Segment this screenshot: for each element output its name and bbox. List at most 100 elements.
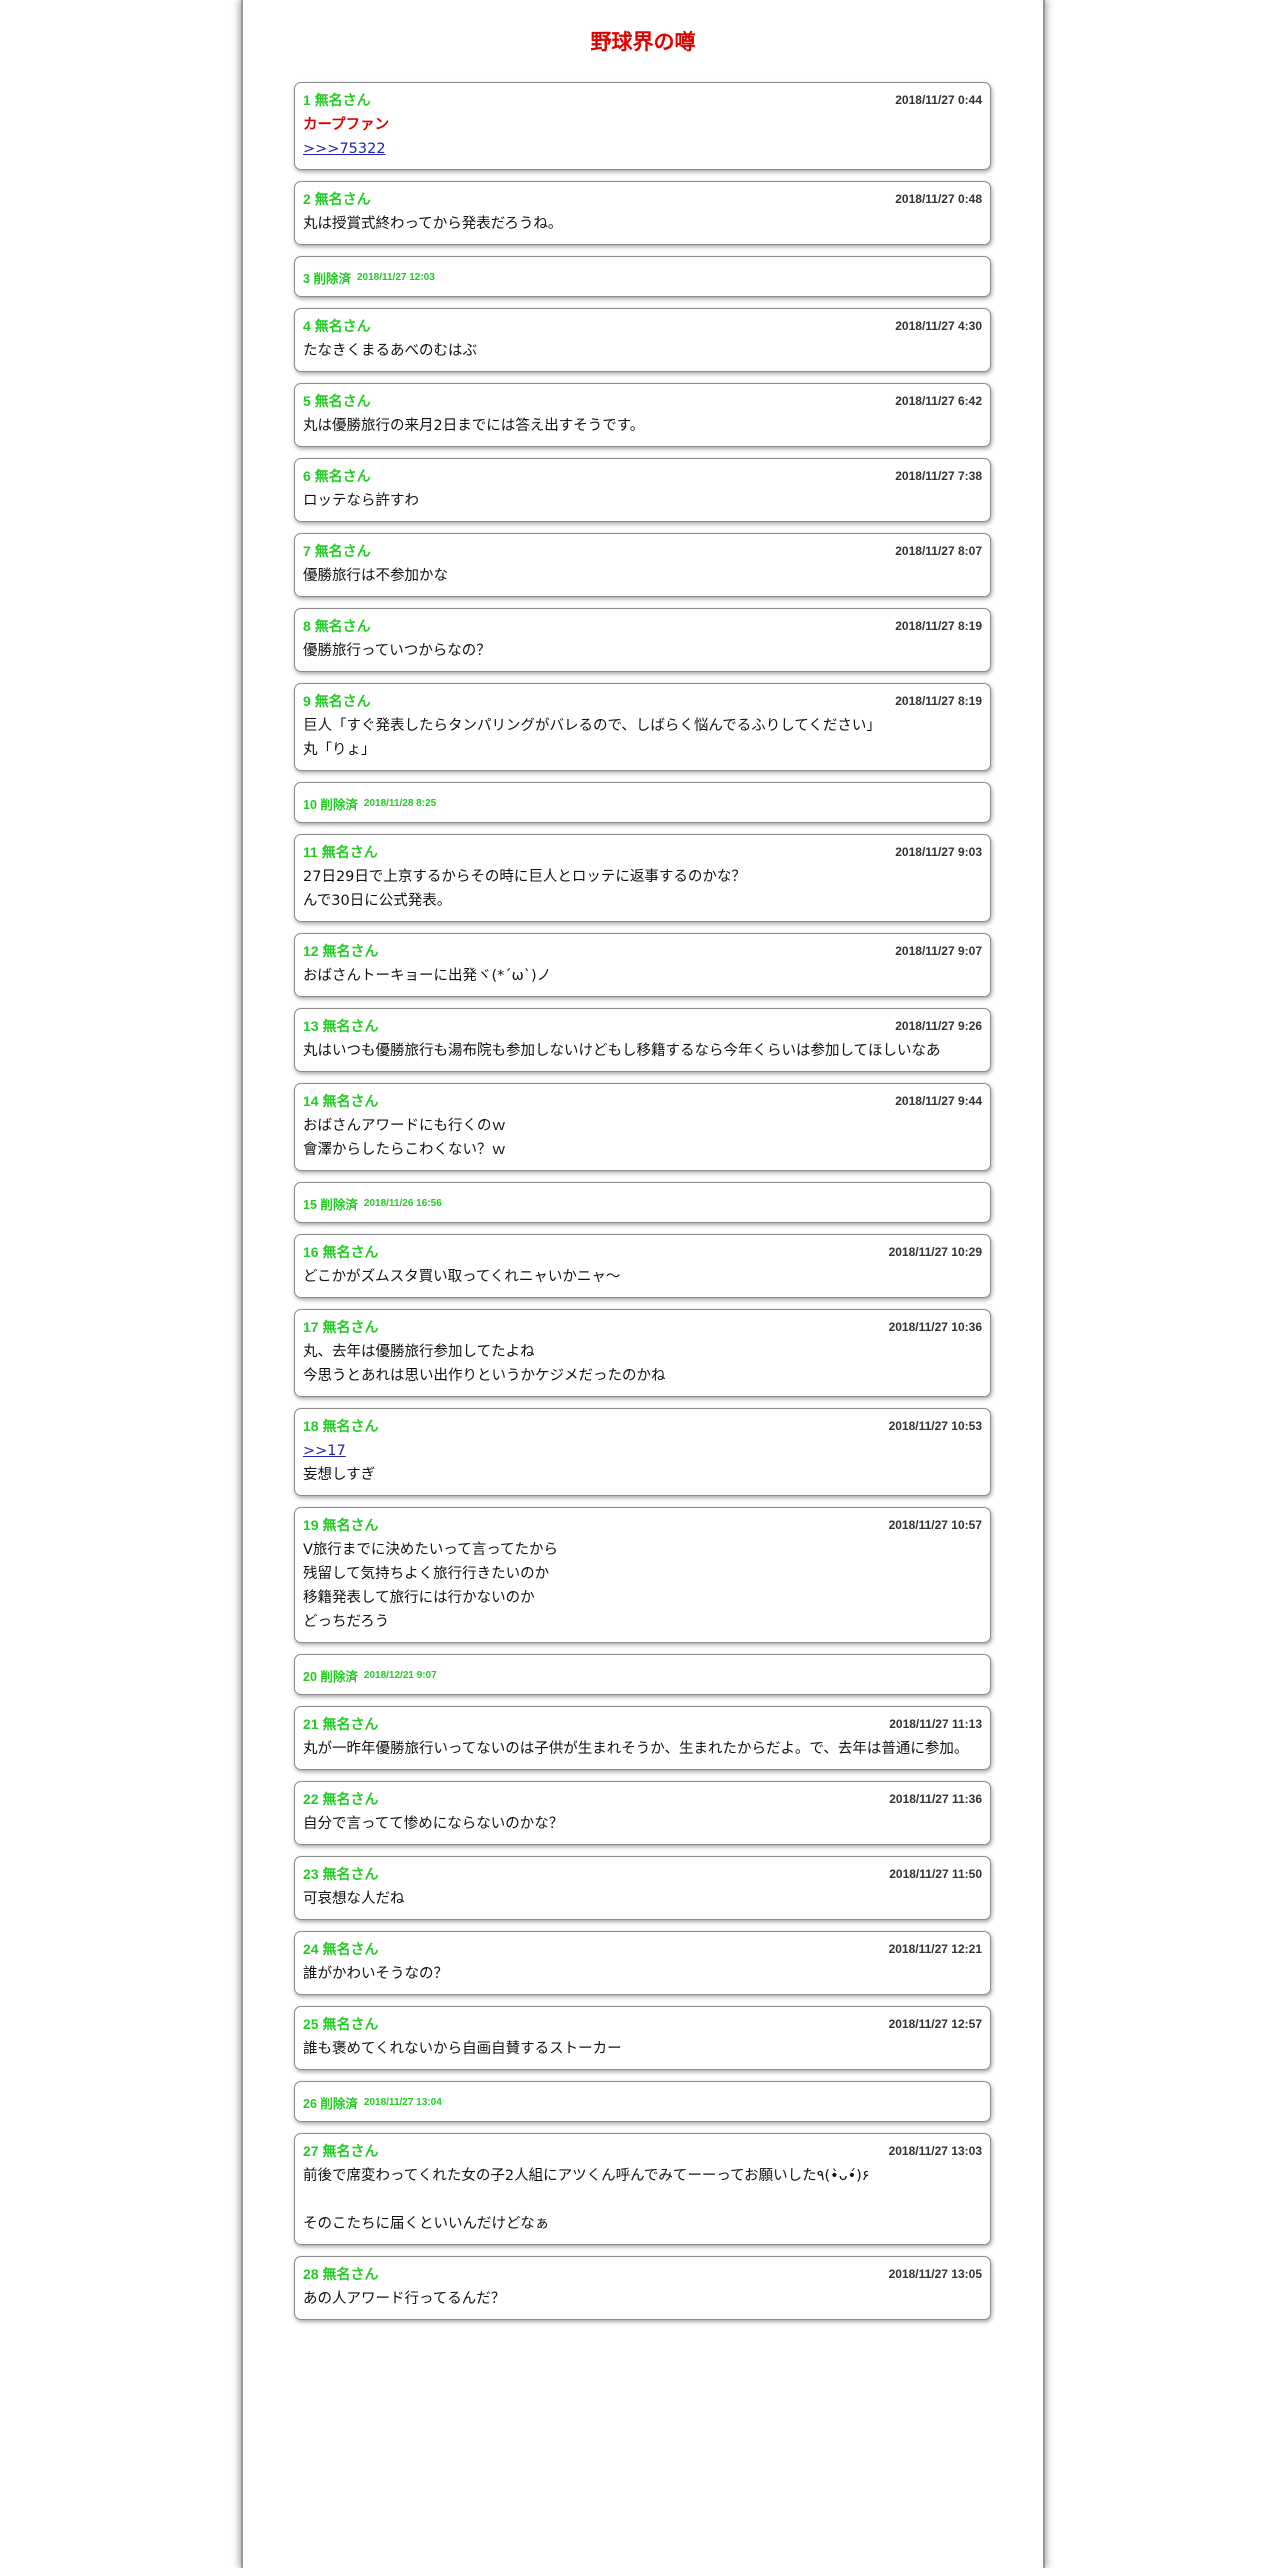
post-author: 無名さん [321, 843, 378, 860]
post-text-line: おばさんアワードにも行くのｗ [303, 1118, 506, 1134]
post-number: 5 [303, 392, 311, 409]
post-number: 9 [303, 692, 311, 709]
post-body: 自分で言ってて惨めにならないのかな？ [303, 1812, 982, 1836]
post-author: 無名さん [322, 1516, 379, 1533]
post-text-line: 可哀想な人だね [303, 1891, 405, 1907]
post-text-line: 移籍発表して旅行には行かないのか [303, 1590, 535, 1606]
post-header: 6 無名さん 2018/11/27 7:38 [303, 467, 982, 484]
post-number: 11 [303, 843, 318, 860]
post: 13 無名さん 2018/11/27 9:26 丸はいつも優勝旅行も湯布院も参加しな… [294, 1008, 991, 1072]
post-body: 丸が一昨年優勝旅行いってないのは子供が生まれそうか、生まれたからだよ。で、去年は… [303, 1737, 982, 1761]
post-number-author: 16 無名さん [303, 1242, 378, 1262]
reply-link[interactable]: >>17 [303, 1439, 982, 1463]
post-date: 2018/11/27 10:29 [888, 1244, 982, 1259]
post: 23 無名さん 2018/11/27 11:50 可哀想な人だね [294, 1856, 991, 1920]
post: 7 無名さん 2018/11/27 8:07 優勝旅行は不参加かな [294, 533, 991, 597]
post-date: 2018/11/27 12:57 [888, 2016, 982, 2031]
post-header: 21 無名さん 2018/11/27 11:13 [303, 1715, 982, 1732]
post-text-line: 誰も褒めてくれないから自画自賛するストーカー [303, 2041, 622, 2057]
post-header: 28 無名さん 2018/11/27 13:05 [303, 2265, 982, 2282]
post-text-line: 前後で席変わってくれた女の子2人組にアツくん呼んでみてーーってお願いした٩(•̀… [303, 2168, 870, 2184]
post-number: 4 [303, 317, 311, 334]
post-text-line: 丸が一昨年優勝旅行いってないのは子供が生まれそうか、生まれたからだよ。で、去年は… [303, 1741, 969, 1757]
post-date: 2018/11/27 11:13 [889, 1716, 982, 1731]
post-number: 22 [303, 1790, 319, 1807]
post-date: 2018/11/27 0:44 [895, 92, 982, 107]
post-author: 無名さん [314, 190, 371, 207]
post: 11 無名さん 2018/11/27 9:03 27日29日で上京するからその時に巨… [294, 834, 991, 922]
reply-link[interactable]: >>>75322 [303, 137, 982, 161]
deleted-post: 20 削除済 2018/12/21 9:07 [294, 1654, 991, 1695]
post-number-author: 8 無名さん [303, 616, 371, 636]
post-number: 23 [303, 1865, 319, 1882]
post-number: 28 [303, 2265, 319, 2282]
post-number-author: 19 無名さん [303, 1515, 378, 1535]
post-date: 2018/11/27 12:21 [888, 1941, 982, 1956]
post-date: 2018/11/27 9:44 [895, 1093, 982, 1108]
post-body: 丸はいつも優勝旅行も湯布院も参加しないけどもし移籍するなら今年くらいは参加してほ… [303, 1039, 982, 1063]
post-author: 無名さん [322, 1092, 379, 1109]
post-header: 18 無名さん 2018/11/27 10:53 [303, 1417, 982, 1434]
post-author: 無名さん [322, 1017, 379, 1034]
post-author: 無名さん [322, 1318, 379, 1335]
post-number: 21 [303, 1715, 319, 1732]
post: 27 無名さん 2018/11/27 13:03 前後で席変わってくれた女の子2人組… [294, 2133, 991, 2245]
post-text-line: どっちだろう [303, 1614, 390, 1630]
post-body: 優勝旅行っていつからなの？ [303, 639, 982, 663]
post-body: どこかがズムスタ買い取ってくれニャいかニャ～ [303, 1265, 982, 1289]
post-author: 無名さん [314, 392, 371, 409]
post-author: 無名さん [314, 467, 371, 484]
post-body: 前後で席変わってくれた女の子2人組にアツくん呼んでみてーーってお願いした٩(•̀… [303, 2164, 982, 2236]
post-date: 2018/11/27 6:42 [895, 393, 982, 408]
post-list: 1 無名さん 2018/11/27 0:44 カープファン >>>75322 2 無名さ… [294, 82, 991, 2331]
post-author: 削除済 [320, 1197, 358, 1212]
post-date: 2018/12/21 9:07 [363, 1669, 437, 1681]
post-text-line: 27日29日で上京するからその時に巨人とロッテに返事するのかな？ [303, 869, 746, 885]
post-number-author: 6 無名さん [303, 466, 371, 486]
page-sheet: 野球界の噂 1 無名さん 2018/11/27 0:44 カープファン >>>7532… [241, 0, 1045, 2568]
post-text-line: 丸は優勝旅行の来月2日までには答え出すそうです。 [303, 418, 645, 434]
post-date: 2018/11/27 13:04 [363, 2096, 442, 2108]
post-author: 無名さん [322, 2265, 379, 2282]
deleted-post: 3 削除済 2018/11/27 12:03 [294, 256, 991, 297]
post-number-author: 10 削除済 [303, 794, 358, 813]
post-number-author: 17 無名さん [303, 1317, 378, 1337]
post-header: 11 無名さん 2018/11/27 9:03 [303, 843, 982, 860]
post-author: 削除済 [320, 1669, 358, 1684]
post-author: 削除済 [320, 797, 358, 812]
post-date: 2018/11/27 13:03 [888, 2143, 982, 2158]
post-text-line: そのこたちに届くといいんだけどなぁ [303, 2216, 550, 2232]
post-text-line: 誰がかわいそうなの？ [303, 1966, 448, 1982]
post-number: 12 [303, 942, 319, 959]
post-number-author: 1 無名さん [303, 90, 371, 110]
page-title: 野球界の噂 [590, 30, 696, 54]
post: 4 無名さん 2018/11/27 4:30 たなきくまるあべのむはぶ [294, 308, 991, 372]
post-text-line: 丸はいつも優勝旅行も湯布院も参加しないけどもし移籍するなら今年くらいは参加してほ… [303, 1043, 941, 1059]
post: 2 無名さん 2018/11/27 0:48 丸は授賞式終わってから発表だろうね。 [294, 181, 991, 245]
deleted-post: 26 削除済 2018/11/27 13:04 [294, 2081, 991, 2122]
post-text-line: 自分で言ってて惨めにならないのかな？ [303, 1816, 564, 1832]
post: 12 無名さん 2018/11/27 9:07 おばさんトーキョーに出発ヾ(*´ω`… [294, 933, 991, 997]
deleted-post: 10 削除済 2018/11/28 8:25 [294, 782, 991, 823]
post-number: 17 [303, 1318, 319, 1335]
post: 28 無名さん 2018/11/27 13:05 あの人アワード行ってるんだ？ [294, 2256, 991, 2320]
post-body: カープファン >>>75322 [303, 113, 982, 161]
post: 24 無名さん 2018/11/27 12:21 誰がかわいそうなの？ [294, 1931, 991, 1995]
post-text-line [303, 2188, 982, 2212]
post-number: 8 [303, 617, 311, 634]
post-author: 無名さん [322, 2142, 379, 2159]
post-header: 4 無名さん 2018/11/27 4:30 [303, 317, 982, 334]
post-number-author: 9 無名さん [303, 691, 371, 711]
post-text-line: 優勝旅行っていつからなの？ [303, 643, 491, 659]
post-number: 1 [303, 91, 311, 108]
post-body: 誰も褒めてくれないから自画自賛するストーカー [303, 2037, 982, 2061]
post-text-line: あの人アワード行ってるんだ？ [303, 2291, 506, 2307]
post-number-author: 12 無名さん [303, 941, 378, 961]
post-date: 2018/11/27 8:07 [895, 543, 982, 558]
post-author: 無名さん [322, 1715, 379, 1732]
post-text-line: ロッテなら許すわ [303, 493, 419, 509]
post-date: 2018/11/27 10:57 [888, 1517, 982, 1532]
post-author: 無名さん [314, 692, 371, 709]
post: 9 無名さん 2018/11/27 8:19 巨人「すぐ発表したらタンパリングがバレ… [294, 683, 991, 771]
post-author: 無名さん [322, 2015, 379, 2032]
